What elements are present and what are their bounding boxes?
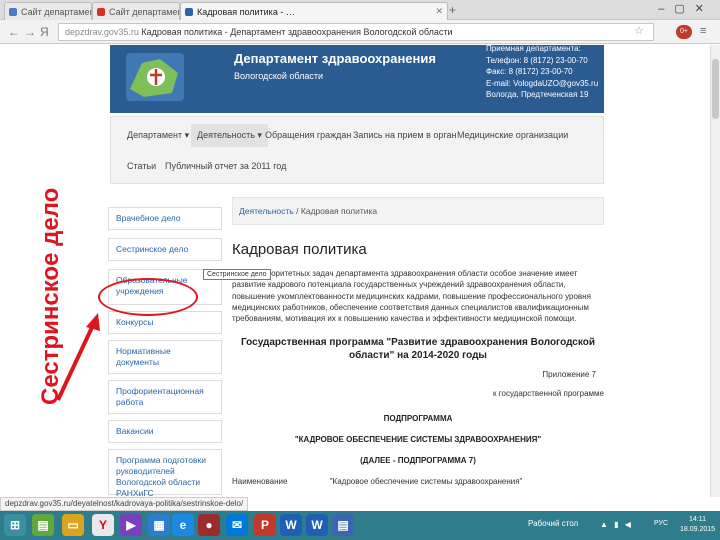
nav-item-med-orgs[interactable]: Медицинские организации bbox=[457, 130, 568, 140]
table-cell: "Кадровое обеспечение системы здравоохра… bbox=[329, 477, 523, 487]
appendix-label: Приложение 7 bbox=[542, 370, 596, 380]
clock-date: 18.09.2015 bbox=[680, 526, 716, 533]
internet-explorer-icon[interactable]: e bbox=[172, 514, 194, 536]
url-host: depzdrav.gov35.ru bbox=[65, 27, 139, 37]
site-favicon-icon bbox=[185, 8, 193, 16]
folder-icon[interactable]: ▭ bbox=[62, 514, 84, 536]
forward-arrow-icon[interactable]: → bbox=[24, 25, 36, 39]
address-bar[interactable]: depzdrav.gov35.ru Кадровая политика - Де… bbox=[58, 23, 654, 41]
scrollbar-thumb[interactable] bbox=[712, 59, 719, 119]
media-player-icon[interactable]: ▶ bbox=[120, 514, 142, 536]
app-icon[interactable]: ▤ bbox=[32, 514, 54, 536]
back-arrow-icon[interactable]: ← bbox=[8, 25, 20, 39]
vertical-annotation-label: Сестринское дело bbox=[37, 188, 64, 405]
breadcrumb-separator: / bbox=[293, 206, 301, 216]
browser-tab-2[interactable]: Сайт департамента з… bbox=[92, 2, 180, 20]
browser-tab-bar: Сайт департамента з… Сайт департамента з… bbox=[0, 0, 720, 20]
contact-line: Телефон: 8 (8172) 23-00-70 bbox=[486, 55, 588, 65]
breadcrumb: Деятельность / Кадровая политика bbox=[232, 197, 604, 225]
breadcrumb-current: Кадровая политика bbox=[300, 206, 378, 216]
browser-tab-1[interactable]: Сайт департамента з… bbox=[4, 2, 92, 20]
page-scrollbar[interactable] bbox=[710, 45, 720, 497]
nav-item-appeals[interactable]: Обращения граждан bbox=[265, 130, 351, 140]
tab-label: Кадровая политика - … bbox=[197, 7, 295, 17]
word-icon[interactable]: W bbox=[306, 514, 328, 536]
page-viewport: Департамент здравоохранения Вологодской … bbox=[0, 45, 710, 497]
department-title: Департамент здравоохранения bbox=[234, 51, 436, 66]
system-tray[interactable]: ▲ ▮ ◀ bbox=[600, 520, 633, 529]
yandex-icon[interactable]: Я bbox=[40, 25, 49, 39]
site-favicon-icon bbox=[9, 8, 17, 16]
browser-toolbar: ← → Я depzdrav.gov35.ru Кадровая политик… bbox=[0, 20, 720, 44]
contact-line: Приемная департамента: bbox=[486, 45, 581, 53]
word-icon[interactable]: W bbox=[280, 514, 302, 536]
intro-text: Среди приоритетных задач департамента зд… bbox=[232, 269, 591, 324]
desktop-label[interactable]: Рабочий стол bbox=[528, 519, 578, 528]
contact-line: Вологда, Предтеченская 19 bbox=[486, 90, 589, 99]
subprogram-note: (ДАЛЕЕ - ПОДПРОГРАММА 7) bbox=[360, 456, 476, 466]
menu-icon[interactable]: ≡ bbox=[700, 25, 706, 37]
extension-badge[interactable]: 0+ bbox=[676, 25, 692, 39]
breadcrumb-link[interactable]: Деятельность bbox=[239, 206, 294, 216]
contact-line[interactable]: E-mail: VologdaUZO@gov35.ru bbox=[486, 78, 598, 90]
subprogram-title: "КАДРОВОЕ ОБЕСПЕЧЕНИЕ СИСТЕМЫ ЗДРАВООХРА… bbox=[294, 435, 542, 445]
browser-tab-active[interactable]: Кадровая политика - … ✕ bbox=[180, 2, 448, 20]
url-title: Кадровая политика - Департамент здравоох… bbox=[141, 27, 453, 37]
windows-start-icon[interactable]: ⊞ bbox=[4, 514, 26, 536]
department-subtitle: Вологодской области bbox=[234, 71, 324, 81]
language-indicator[interactable]: РУС bbox=[654, 520, 668, 527]
yandex-browser-icon[interactable]: Y bbox=[92, 514, 114, 536]
new-tab-button[interactable]: + bbox=[449, 3, 456, 17]
nav-item-appointment[interactable]: Запись на прием в орган bbox=[353, 130, 456, 140]
subprogram-label: ПОДПРОГРАММА bbox=[383, 414, 453, 424]
app-icon[interactable]: ● bbox=[198, 514, 220, 536]
tab-label: Сайт департамента з… bbox=[109, 7, 179, 17]
table-row: Наименование "Кадровое обеспечение систе… bbox=[232, 477, 604, 486]
contacts-block: Приемная департамента: Телефон: 8 (8172)… bbox=[486, 45, 598, 101]
status-url-bar: depzdrav.gov35.ru/deyatelnost/kadrovaya-… bbox=[0, 497, 249, 511]
tab-label: Сайт департамента з… bbox=[21, 7, 91, 17]
bookmark-star-icon[interactable]: ☆ bbox=[634, 24, 644, 37]
clock[interactable]: 14:11 18.09.2015 bbox=[680, 515, 715, 535]
page-title: Кадровая политика bbox=[232, 241, 367, 258]
store-icon[interactable]: ▦ bbox=[148, 514, 170, 536]
document-icon[interactable]: ▤ bbox=[332, 514, 354, 536]
site-favicon-icon bbox=[97, 8, 105, 16]
clock-time: 14:11 bbox=[689, 516, 707, 523]
contact-line: Факс: 8 (8172) 23-00-70 bbox=[486, 67, 573, 76]
appendix-note: к государственной программе bbox=[493, 389, 604, 399]
mail-icon[interactable]: ✉ bbox=[226, 514, 248, 536]
annotation-line-1: Сестринское дело bbox=[37, 188, 64, 405]
program-title: Государственная программа "Развитие здра… bbox=[241, 337, 595, 362]
powerpoint-icon[interactable]: P bbox=[254, 514, 276, 536]
table-cell: Наименование bbox=[232, 477, 288, 487]
windows-taskbar: ⊞ ▤ ▭ Y ▶ ▦ e ● ✉ P W W ▤ Рабочий стол ▲… bbox=[0, 511, 720, 540]
close-tab-icon[interactable]: ✕ bbox=[435, 6, 443, 17]
main-content: Кадровая политика Среди приоритетных зад… bbox=[232, 231, 604, 486]
window-controls[interactable]: ‒▢✕ bbox=[658, 2, 714, 15]
